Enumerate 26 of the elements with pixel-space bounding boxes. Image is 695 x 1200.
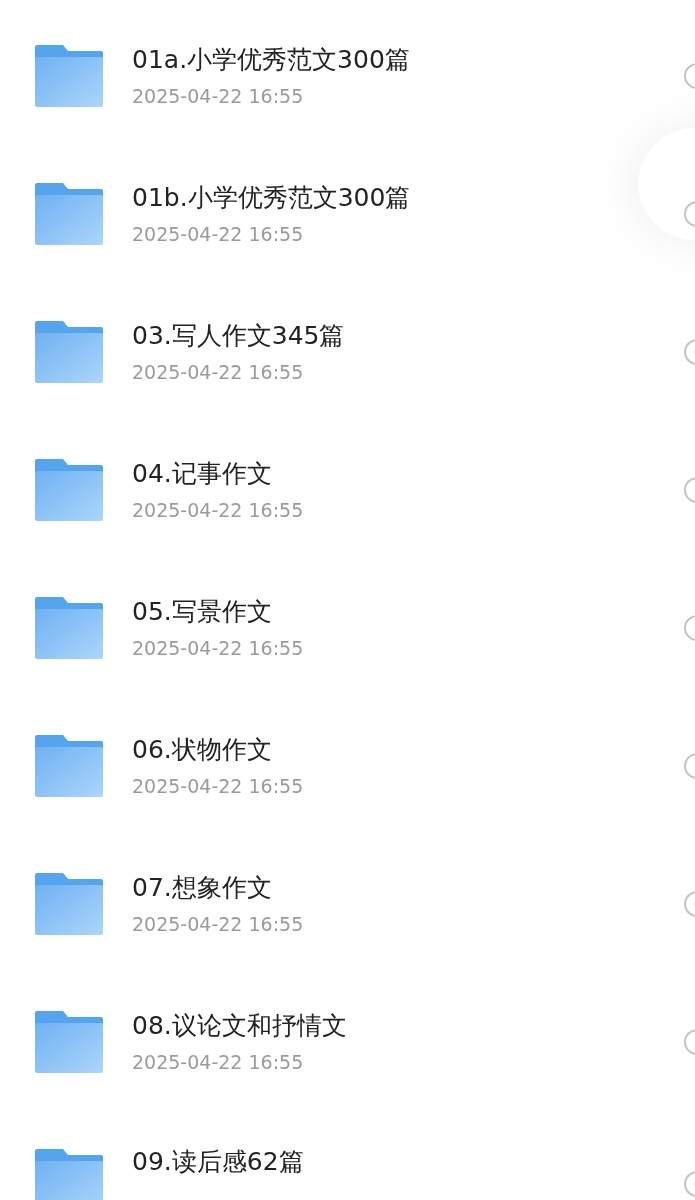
folder-name[interactable]: 08.议论文和抒情文 (132, 1010, 347, 1041)
folder-icon (35, 321, 103, 383)
modified-date: 2025-04-22 16:55 (132, 636, 304, 660)
folder-icon (35, 873, 103, 935)
folder-icon (35, 45, 103, 107)
folder-name[interactable]: 04.记事作文 (132, 458, 304, 489)
folder-icon (35, 1011, 103, 1073)
modified-date: 2025-04-22 16:55 (132, 774, 304, 798)
folder-name[interactable]: 03.写人作文345篇 (132, 320, 345, 351)
modified-date: 2025-04-22 16:55 (132, 84, 305, 108)
modified-date: 2025-04-22 16:55 (132, 912, 304, 936)
folder-name[interactable]: 09.读后感62篇 (132, 1147, 304, 1177)
folder-icon (35, 1149, 103, 1200)
folder-name[interactable]: 07.想象作文 (132, 872, 304, 903)
folder-name[interactable]: 01b.小学优秀范文300篇 (132, 182, 411, 213)
folder-icon (35, 459, 103, 521)
folder-name[interactable]: 05.写景作文 (132, 596, 304, 627)
modified-date: 2025-04-22 16:55 (132, 498, 304, 522)
modified-date: 2025-04-22 16:55 (132, 222, 305, 246)
folder-name[interactable]: 01a.小学优秀范文300篇 (132, 44, 410, 75)
folder-name[interactable]: 06.状物作文 (132, 734, 304, 765)
folder-icon (35, 597, 103, 659)
modified-date: 2025-04-22 16:55 (132, 1050, 305, 1074)
folder-icon (35, 183, 103, 245)
folder-icon (35, 735, 103, 797)
modified-date: 2025-04-22 16:55 (132, 360, 305, 384)
